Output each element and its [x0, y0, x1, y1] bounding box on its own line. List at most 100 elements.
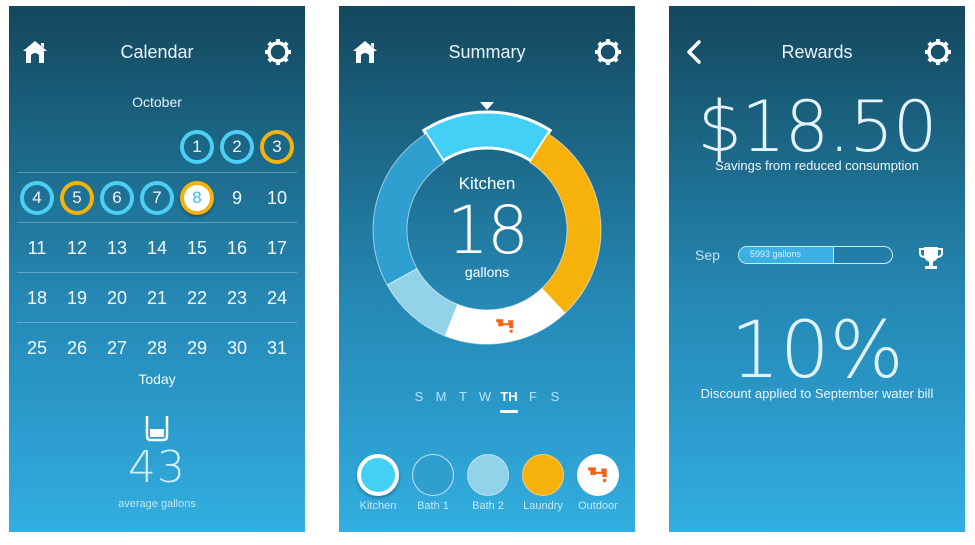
day-tab[interactable]: M: [430, 389, 452, 413]
calendar-day[interactable]: 4: [17, 173, 57, 223]
usage-day-marker: 6: [100, 181, 134, 215]
calendar-week-row: 11 12 13 14 15 16 17: [17, 222, 297, 272]
day-number: 23: [226, 287, 248, 308]
legend-label: Bath 2: [472, 500, 504, 512]
day-number: 20: [106, 287, 128, 308]
average-gallons-label: average gallons: [118, 498, 196, 510]
trophy-icon[interactable]: [918, 245, 944, 271]
selected-category-label: Kitchen: [458, 174, 516, 193]
today-day-marker: 8: [180, 181, 214, 215]
usage-day-marker: 4: [20, 181, 54, 215]
legend-item-bath-2[interactable]: Bath 2: [463, 454, 513, 512]
legend-item-laundry[interactable]: Laundry: [518, 454, 568, 512]
calendar-day[interactable]: 27: [97, 323, 137, 373]
calendar-day[interactable]: 10: [257, 173, 297, 223]
day-tab[interactable]: S: [408, 389, 430, 413]
day-number: 17: [266, 237, 288, 258]
legend-swatch: [577, 454, 619, 496]
calendar-day[interactable]: 23: [217, 273, 257, 323]
calendar-day[interactable]: 1: [177, 130, 217, 172]
day-number: 24: [266, 287, 288, 308]
day-number: 16: [226, 237, 248, 258]
average-gallons-value: 43: [128, 442, 186, 493]
day-tab[interactable]: W: [474, 389, 496, 413]
day-tab[interactable]: T: [452, 389, 474, 413]
day-number: 18: [26, 287, 48, 308]
usage-day-marker: 1: [180, 130, 214, 164]
consumption-progress-bar: 5993 gallons: [738, 246, 893, 264]
nav-bar: Summary: [339, 6, 635, 98]
day-number: 14: [146, 237, 168, 258]
day-number: 21: [146, 287, 168, 308]
day-number: 25: [26, 337, 48, 358]
usage-day-marker: 7: [140, 181, 174, 215]
calendar-day[interactable]: 17: [257, 223, 297, 273]
day-number: 10: [266, 187, 288, 208]
calendar-day[interactable]: 28: [137, 323, 177, 373]
savings-label: Savings from reduced consumption: [715, 158, 919, 173]
legend-item-outdoor[interactable]: Outdoor: [573, 454, 623, 512]
calendar-day[interactable]: 13: [97, 223, 137, 273]
day-tab[interactable]: TH: [496, 389, 522, 413]
legend-item-bath-1[interactable]: Bath 1: [408, 454, 458, 512]
legend-label: Outdoor: [578, 500, 618, 512]
day-number: 26: [66, 337, 88, 358]
day-number: 28: [146, 337, 168, 358]
calendar-empty-cell: [97, 130, 137, 172]
discount-value: 10%: [730, 306, 904, 396]
page-title: Calendar: [120, 42, 194, 62]
calendar-day[interactable]: 2: [217, 130, 257, 172]
savings-amount: $18.50: [697, 86, 938, 168]
calendar-day[interactable]: 19: [57, 273, 97, 323]
calendar-week-row: 18 19 20 21 22 23 24: [17, 272, 297, 322]
day-number: 27: [106, 337, 128, 358]
month-label: October: [132, 94, 182, 110]
calendar-day[interactable]: 6: [97, 173, 137, 223]
calendar-empty-cell: [137, 130, 177, 172]
calendar-day[interactable]: 26: [57, 323, 97, 373]
day-number: 22: [186, 287, 208, 308]
donut-segment-outdoor[interactable]: [444, 287, 566, 345]
calendar-day[interactable]: 30: [217, 323, 257, 373]
legend-item-kitchen[interactable]: Kitchen: [353, 454, 403, 512]
settings-button[interactable]: [924, 38, 952, 66]
calendar-day[interactable]: 12: [57, 223, 97, 273]
usage-day-marker: 3: [260, 130, 294, 164]
calendar-day[interactable]: 8: [177, 173, 217, 223]
water-glass-icon: [145, 416, 169, 442]
calendar-day[interactable]: 22: [177, 273, 217, 323]
calendar-day[interactable]: 7: [137, 173, 177, 223]
calendar-day[interactable]: 20: [97, 273, 137, 323]
calendar-day[interactable]: 24: [257, 273, 297, 323]
rewards-screen: Rewards $18.50 Savings from reduced cons…: [669, 6, 965, 532]
calendar-day[interactable]: 25: [17, 323, 57, 373]
calendar-day[interactable]: 29: [177, 323, 217, 373]
settings-button[interactable]: [594, 38, 622, 66]
day-tab[interactable]: F: [522, 389, 544, 413]
calendar-day[interactable]: 14: [137, 223, 177, 273]
gear-icon: [595, 39, 621, 65]
day-number: 31: [266, 337, 288, 358]
calendar-day[interactable]: 9: [217, 173, 257, 223]
usage-day-marker: 2: [220, 130, 254, 164]
nav-bar: Calendar: [9, 6, 305, 98]
calendar-day[interactable]: 11: [17, 223, 57, 273]
day-number: 19: [66, 287, 88, 308]
calendar-day[interactable]: 15: [177, 223, 217, 273]
usage-day-marker: 5: [60, 181, 94, 215]
selection-pointer-icon: [480, 102, 494, 110]
category-legend: Kitchen Bath 1 Bath 2 Laundry Outdoor: [353, 454, 623, 512]
settings-button[interactable]: [264, 38, 292, 66]
donut-segment-kitchen[interactable]: [421, 110, 553, 163]
calendar-day[interactable]: 18: [17, 273, 57, 323]
day-number: 11: [27, 237, 47, 258]
day-tab[interactable]: S: [544, 389, 566, 413]
calendar-day[interactable]: 3: [257, 130, 297, 172]
calendar-week-row: 25 26 27 28 29 30 31: [17, 322, 297, 372]
calendar-day[interactable]: 16: [217, 223, 257, 273]
discount-label: Discount applied to September water bill: [700, 386, 934, 401]
calendar-day[interactable]: 21: [137, 273, 177, 323]
calendar-day[interactable]: 31: [257, 323, 297, 373]
calendar-grid: 1 2 3 4 5 6 7 8 9 10 11 12 13 14 15 16 17 18 19 20 21 22 23 24 2…: [17, 130, 297, 372]
calendar-day[interactable]: 5: [57, 173, 97, 223]
